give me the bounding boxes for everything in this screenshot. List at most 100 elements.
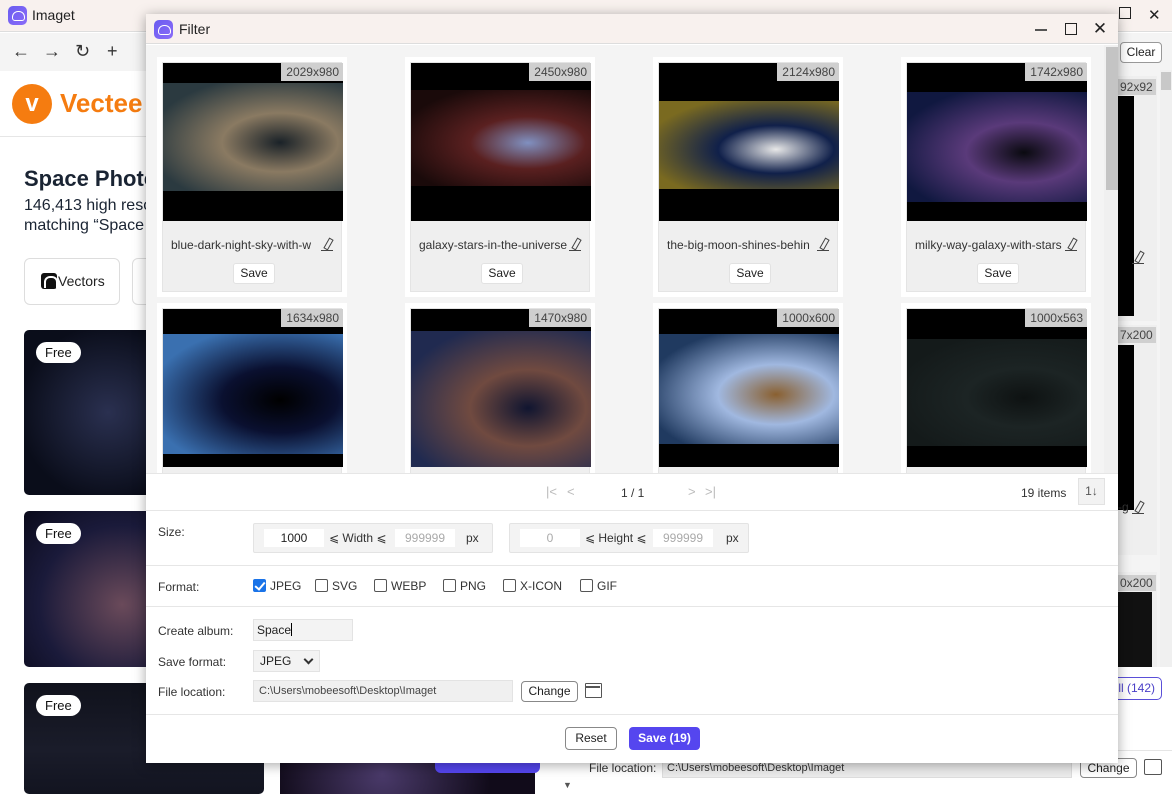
result-card: 92x92 — [1117, 76, 1157, 321]
edit-icon[interactable] — [1065, 238, 1077, 252]
app-title: Imaget — [32, 7, 75, 23]
pagination: |< < 1 / 1 > >| 19 items 1↓ — [146, 473, 1118, 511]
imaget-logo-icon — [8, 6, 27, 25]
new-tab-icon[interactable]: + — [107, 41, 118, 62]
bg-folder-icon[interactable] — [1144, 759, 1162, 775]
file-location-input[interactable]: C:\Users\mobeesoft\Desktop\Imaget — [253, 680, 513, 702]
dimension-badge: 1000x563 — [1025, 309, 1087, 327]
image-card[interactable]: 1470x980 — [405, 303, 595, 473]
format-option-svg[interactable]: SVG — [315, 579, 357, 593]
height-max-input[interactable]: 999999 — [653, 529, 713, 547]
dim-badge: 92x92 — [1117, 79, 1156, 95]
clear-button[interactable]: Clear — [1120, 42, 1162, 63]
image-preview — [907, 92, 1087, 202]
edit-icon[interactable] — [817, 238, 829, 252]
checkbox[interactable] — [443, 579, 456, 592]
filename: galaxy-stars-in-the-universe — [419, 237, 567, 252]
height-range: 0 ⩽ Height ⩽ 999999 px — [509, 523, 749, 553]
maximize-button[interactable] — [1060, 18, 1082, 40]
folder-icon[interactable] — [585, 683, 602, 698]
width-max-input[interactable]: 999999 — [395, 529, 455, 547]
image-thumbnail[interactable]: 1634x980 — [163, 309, 343, 467]
change-location-button[interactable]: Change — [521, 681, 578, 702]
album-value: Space — [257, 623, 292, 637]
results-scrollbar-thumb[interactable] — [1161, 72, 1171, 90]
next-page-icon[interactable]: > — [688, 484, 696, 499]
image-thumbnail[interactable]: 1000x563 — [907, 309, 1087, 467]
save-image-button[interactable]: Save — [977, 263, 1019, 284]
checkbox[interactable] — [253, 579, 266, 592]
image-thumbnail[interactable]: 1742x980 — [907, 63, 1087, 221]
save-image-button[interactable]: Save — [233, 263, 275, 284]
image-card[interactable]: 2029x980 blue-dark-night-sky-with-w Save — [157, 57, 347, 297]
minimize-button[interactable] — [1030, 18, 1052, 40]
format-option-png[interactable]: PNG — [443, 579, 486, 593]
image-card[interactable]: 2450x980 galaxy-stars-in-the-universe Save — [405, 57, 595, 297]
save-format-select[interactable]: JPEG — [253, 650, 320, 672]
results-scrollbar[interactable] — [1160, 70, 1172, 667]
subtitle-line-2: matching “Space — [24, 217, 145, 234]
minimize-icon — [1035, 29, 1047, 31]
image-card[interactable]: 1000x563 — [901, 303, 1091, 473]
create-album-label: Create album: — [158, 624, 234, 638]
image-thumbnail[interactable]: 1470x980 — [411, 309, 591, 467]
image-thumbnail[interactable]: 2029x980 — [163, 63, 343, 221]
image-card-body: 1000x600 — [658, 308, 839, 473]
checkbox[interactable] — [315, 579, 328, 592]
last-page-icon[interactable]: >| — [705, 484, 716, 499]
app-maximize-icon[interactable] — [1119, 7, 1131, 19]
image-card[interactable]: 1742x980 milky-way-galaxy-with-stars Save — [901, 57, 1091, 297]
photo-card[interactable]: Free — [24, 330, 164, 495]
edit-icon[interactable] — [321, 238, 333, 252]
filename-row: the-big-moon-shines-behin — [667, 237, 832, 252]
format-option-label: SVG — [332, 579, 358, 593]
format-option-x-icon[interactable]: X-ICON — [503, 579, 562, 593]
dimension-badge: 2124x980 — [777, 63, 839, 81]
divider — [146, 565, 1118, 566]
filename-row: blue-dark-night-sky-with-w — [171, 237, 336, 252]
save-selected-button[interactable]: Save (19) — [629, 727, 700, 750]
forward-icon[interactable]: → — [43, 41, 61, 62]
image-thumbnail[interactable]: 1000x600 — [659, 309, 839, 467]
image-card[interactable]: 2124x980 the-big-moon-shines-behin Save — [653, 57, 843, 297]
prev-page-icon[interactable]: < — [567, 484, 575, 499]
reload-icon[interactable]: ↻ — [75, 41, 90, 62]
image-thumbnail[interactable]: 2450x980 — [411, 63, 591, 221]
back-icon[interactable]: ← — [12, 41, 30, 62]
format-option-jpeg[interactable]: JPEG — [253, 579, 301, 593]
height-min-input[interactable]: 0 — [520, 529, 580, 547]
width-min-input[interactable]: 1000 — [264, 529, 324, 547]
image-grid: 2029x980 blue-dark-night-sky-with-w Save 24… — [146, 45, 1118, 473]
checkbox[interactable] — [374, 579, 387, 592]
width-unit: px — [466, 531, 479, 545]
divider — [146, 606, 1118, 607]
first-page-icon[interactable]: |< — [546, 484, 557, 499]
vectee-logo-icon: v — [12, 84, 52, 124]
image-card-body: 1470x980 — [410, 308, 591, 473]
app-close-icon[interactable]: ✕ — [1148, 6, 1161, 24]
image-card[interactable]: 1000x600 — [653, 303, 843, 473]
checkbox[interactable] — [580, 579, 593, 592]
image-card[interactable]: 1634x980 — [157, 303, 347, 473]
edit-icon[interactable] — [569, 238, 581, 252]
checkbox[interactable] — [503, 579, 516, 592]
image-preview — [659, 101, 839, 189]
save-image-button[interactable]: Save — [729, 263, 771, 284]
vectors-icon — [41, 273, 58, 289]
format-option-gif[interactable]: GIF — [580, 579, 617, 593]
reset-button[interactable]: Reset — [565, 727, 617, 750]
edit-icon[interactable] — [1132, 251, 1144, 264]
sort-button[interactable]: 1↓ — [1078, 478, 1105, 505]
image-thumbnail[interactable]: 2124x980 — [659, 63, 839, 221]
photo-card[interactable]: Free — [24, 511, 164, 667]
close-button[interactable]: ✕ — [1089, 18, 1111, 40]
image-card-body: 2124x980 the-big-moon-shines-behin Save — [658, 62, 839, 292]
vectors-filter-button[interactable]: Vectors — [24, 258, 120, 305]
create-album-input[interactable]: Space — [253, 619, 353, 641]
save-format-label: Save format: — [158, 655, 227, 669]
format-option-webp[interactable]: WEBP — [374, 579, 426, 593]
save-image-button[interactable]: Save — [481, 263, 523, 284]
edit-icon[interactable] — [1132, 501, 1144, 514]
scroll-down-arrow-icon[interactable]: ▼ — [563, 780, 572, 790]
grid-scrollbar-thumb[interactable] — [1106, 47, 1118, 190]
